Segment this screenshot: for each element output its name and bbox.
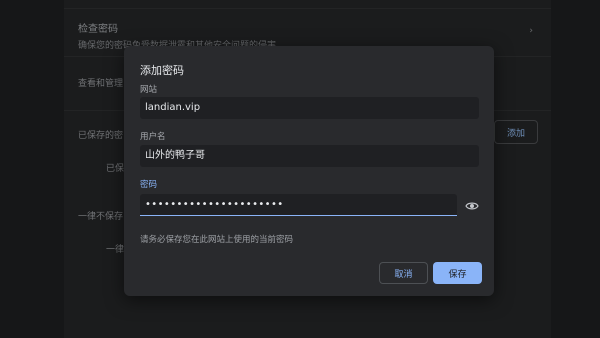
divider	[64, 8, 551, 9]
cancel-button[interactable]: 取消	[379, 262, 428, 284]
saved-password-item: 已保	[106, 164, 125, 174]
never-saved-heading: 一律不保存	[78, 212, 124, 222]
password-label: 密码	[140, 180, 158, 190]
check-passwords-title: 检查密码	[78, 24, 118, 35]
never-saved-item: 一律	[106, 245, 125, 255]
save-button[interactable]: 保存	[433, 262, 482, 284]
chevron-right-icon[interactable]: ›	[529, 26, 533, 36]
save-note: 请务必保存您在此网站上使用的当前密码	[140, 235, 294, 245]
view-manage-label: 查看和管理	[78, 79, 124, 89]
password-input[interactable]: ••••••••••••••••••••••	[140, 194, 457, 216]
username-label: 用户名	[140, 132, 166, 142]
saved-passwords-heading: 已保存的密	[78, 131, 124, 141]
dialog-title: 添加密码	[140, 64, 184, 77]
username-input[interactable]: 山外的鸭子哥	[140, 145, 479, 167]
site-input[interactable]: landian.vip	[140, 97, 479, 119]
eye-icon[interactable]	[465, 200, 479, 212]
site-label: 网站	[140, 85, 158, 95]
add-password-dialog: 添加密码 网站 landian.vip 用户名 山外的鸭子哥 密码 ••••••…	[124, 46, 494, 296]
add-password-button[interactable]: 添加	[494, 120, 538, 144]
